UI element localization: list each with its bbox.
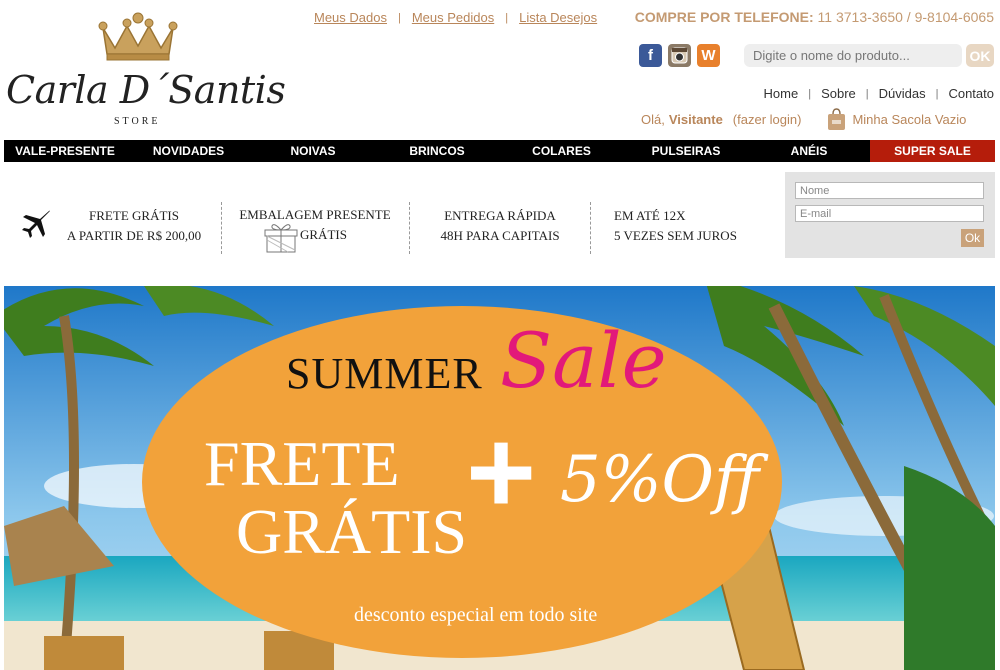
- nav-super-sale[interactable]: SUPER SALE: [870, 140, 995, 162]
- login-link[interactable]: (fazer login): [733, 112, 802, 127]
- fast-delivery-benefit: ENTREGA RÁPIDA 48H PARA CAPITAIS: [422, 206, 578, 246]
- separator: |: [935, 87, 939, 100]
- my-data-link[interactable]: Meus Dados: [314, 10, 387, 25]
- nav-brides[interactable]: NOIVAS: [251, 140, 375, 162]
- account-status: Olá, Visitante (fazer login) Minha Sacol…: [641, 107, 966, 131]
- divider: [221, 202, 222, 254]
- summer-sale-banner[interactable]: SUMMER Sale FRETE GRÁTIS + 5%Off descont…: [4, 286, 995, 670]
- newsletter-form: Ok: [785, 172, 995, 258]
- wishlist-link[interactable]: Lista Desejos: [519, 10, 597, 25]
- benefit-detail: 5 VEZES SEM JUROS: [614, 228, 737, 243]
- separator: |: [397, 11, 401, 24]
- facebook-icon[interactable]: f: [639, 44, 662, 67]
- brand-store-label: STORE: [114, 116, 161, 127]
- installments-benefit: EM ATÉ 12X 5 VEZES SEM JUROS: [614, 206, 754, 246]
- divider: [590, 202, 591, 254]
- my-orders-link[interactable]: Meus Pedidos: [412, 10, 494, 25]
- banner-frete-text: FRETE: [204, 428, 400, 499]
- phone-order-info: COMPRE POR TELEFONE: 11 3713-3650 / 9-81…: [635, 9, 994, 25]
- benefit-detail: A PARTIR DE R$ 200,00: [66, 228, 202, 243]
- phone-label: COMPRE POR TELEFONE:: [634, 9, 814, 25]
- search-button[interactable]: OK: [966, 44, 994, 67]
- wordpress-icon[interactable]: W: [697, 44, 720, 67]
- banner-description: desconto especial em todo site: [354, 604, 598, 626]
- banner-sale-text: Sale: [500, 316, 667, 405]
- contact-link[interactable]: Contato: [948, 86, 994, 101]
- about-link[interactable]: Sobre: [821, 86, 856, 101]
- banner-gratis-text: GRÁTIS: [236, 496, 468, 567]
- newsletter-submit-button[interactable]: Ok: [961, 229, 984, 247]
- gift-box-icon: [264, 224, 298, 253]
- utility-links: Home | Sobre | Dúvidas | Contato: [764, 86, 994, 101]
- newsletter-name-field[interactable]: [795, 182, 984, 199]
- home-link[interactable]: Home: [764, 86, 799, 101]
- cart-status[interactable]: Minha Sacola Vazio: [852, 112, 966, 127]
- gift-wrap-benefit: EMBALAGEM PRESENTE: [232, 205, 398, 225]
- phone-numbers: 11 3713-3650 / 9-8104-6065: [817, 9, 994, 25]
- shopping-bag-icon[interactable]: [827, 107, 846, 131]
- benefit-title: FRETE GRÁTIS: [89, 208, 179, 223]
- divider: [409, 202, 410, 254]
- visitor-name: Visitante: [668, 111, 723, 127]
- benefit-title: EMBALAGEM PRESENTE: [239, 207, 391, 222]
- banner-discount-text: 5%Off: [560, 443, 760, 517]
- brand-name: Carla D´Santis: [6, 68, 286, 112]
- newsletter-email-field[interactable]: [795, 205, 984, 222]
- banner-summer-text: SUMMER: [286, 349, 483, 398]
- free-shipping-benefit: FRETE GRÁTIS A PARTIR DE R$ 200,00: [58, 206, 210, 246]
- greeting-text: Olá,: [641, 111, 665, 127]
- nav-new-arrivals[interactable]: NOVIDADES: [126, 140, 251, 162]
- nav-bracelets[interactable]: PULSEIRAS: [624, 140, 748, 162]
- nav-gift-card[interactable]: VALE-PRESENTE: [4, 140, 126, 162]
- separator: |: [865, 87, 869, 100]
- benefit-title: EM ATÉ 12X: [614, 208, 686, 223]
- instagram-icon[interactable]: [668, 44, 691, 67]
- gift-wrap-free: GRÁTIS: [300, 227, 347, 242]
- separator: |: [808, 87, 812, 100]
- benefit-title: ENTREGA RÁPIDA: [444, 208, 556, 223]
- account-links: Meus Dados | Meus Pedidos | Lista Desejo…: [314, 10, 597, 25]
- separator: |: [505, 11, 509, 24]
- benefit-detail: 48H PARA CAPITAIS: [440, 228, 560, 243]
- nav-rings[interactable]: ANÉIS: [748, 140, 870, 162]
- crown-icon: [98, 12, 178, 61]
- faq-link[interactable]: Dúvidas: [879, 86, 926, 101]
- site-logo[interactable]: Carla D´Santis STORE: [2, 10, 286, 130]
- banner-plus-sign: +: [466, 405, 537, 539]
- airplane-icon: [22, 210, 50, 238]
- product-search-input[interactable]: [744, 44, 962, 67]
- social-links: f W: [639, 44, 720, 67]
- nav-necklaces[interactable]: COLARES: [499, 140, 624, 162]
- category-nav: VALE-PRESENTE NOVIDADES NOIVAS BRINCOS C…: [4, 140, 995, 162]
- nav-earrings[interactable]: BRINCOS: [375, 140, 499, 162]
